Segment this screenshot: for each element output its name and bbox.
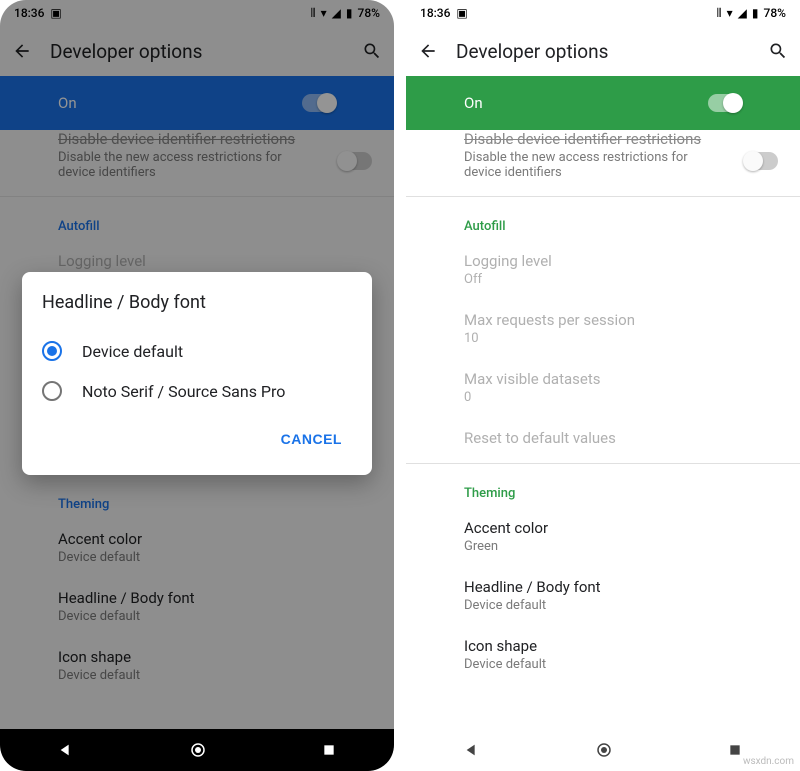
restriction-sub: Disable the new access restrictions for … <box>464 150 722 180</box>
dialog-title: Headline / Body font <box>42 292 352 313</box>
signal-icon: ◢ <box>738 6 747 20</box>
nav-bar <box>406 729 800 771</box>
on-banner[interactable]: On <box>406 76 800 130</box>
radio-option-noto[interactable]: Noto Serif / Source Sans Pro <box>42 371 352 411</box>
nav-back-icon[interactable] <box>464 742 480 758</box>
status-icons: ⫴ ▾ ◢ ▮ 78% <box>717 6 786 21</box>
item-font[interactable]: Headline / Body fontDevice default <box>406 566 800 625</box>
phone-right: 18:36 ▣ ⫴ ▾ ◢ ▮ 78% Developer options On… <box>406 0 800 771</box>
radio-label: Noto Serif / Source Sans Pro <box>82 382 285 401</box>
app-bar: Developer options <box>406 26 800 76</box>
page-title: Developer options <box>456 40 750 63</box>
nav-recent-icon[interactable] <box>728 743 742 757</box>
watermark: wsxdn.com <box>743 756 794 767</box>
phone-left: 18:36 ▣ ⫴ ▾ ◢ ▮ 78% Developer options On… <box>0 0 394 771</box>
master-switch[interactable] <box>708 94 742 112</box>
vibrate-icon: ⫴ <box>717 6 722 21</box>
search-icon[interactable] <box>768 41 788 61</box>
restriction-title: Disable device identifier restrictions <box>406 130 744 148</box>
radio-icon <box>42 341 62 361</box>
nav-home-icon[interactable] <box>189 741 207 759</box>
item-logging[interactable]: Logging levelOff <box>406 240 800 299</box>
restriction-switch[interactable] <box>744 152 778 170</box>
font-dialog: Headline / Body font Device default Noto… <box>22 272 372 475</box>
item-max-datasets[interactable]: Max visible datasets0 <box>406 358 800 417</box>
banner-label: On <box>464 94 483 112</box>
back-icon[interactable] <box>418 41 438 61</box>
section-autofill: Autofill <box>406 201 800 240</box>
item-icon[interactable]: Icon shapeDevice default <box>406 625 800 684</box>
nav-bar <box>0 729 394 771</box>
radio-option-default[interactable]: Device default <box>42 331 352 371</box>
nav-back-icon[interactable] <box>58 742 74 758</box>
wifi-icon: ▾ <box>727 6 733 20</box>
battery-icon: ▮ <box>752 6 759 20</box>
nav-recent-icon[interactable] <box>322 743 336 757</box>
radio-label: Device default <box>82 342 183 361</box>
section-theming: Theming <box>406 468 800 507</box>
status-bar: 18:36 ▣ ⫴ ▾ ◢ ▮ 78% <box>406 0 800 26</box>
battery-text: 78% <box>764 6 786 20</box>
radio-icon <box>42 381 62 401</box>
status-time: 18:36 ▣ <box>420 6 468 20</box>
item-reset[interactable]: Reset to default values <box>406 417 800 459</box>
nav-home-icon[interactable] <box>595 741 613 759</box>
cancel-button[interactable]: CANCEL <box>271 423 352 455</box>
item-accent[interactable]: Accent colorGreen <box>406 507 800 566</box>
item-max-requests[interactable]: Max requests per session10 <box>406 299 800 358</box>
